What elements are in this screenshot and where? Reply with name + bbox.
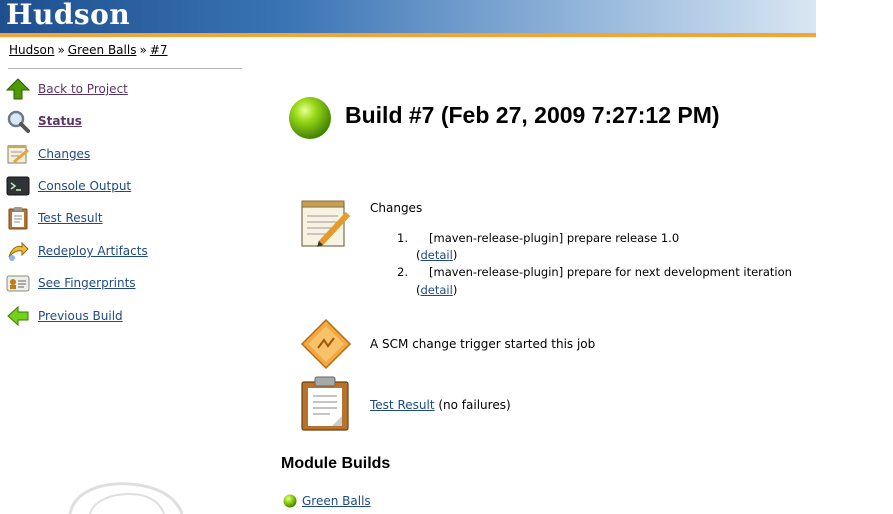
sidebar-item-status[interactable]: Status <box>6 108 246 134</box>
sidebar-item-label[interactable]: See Fingerprints <box>38 276 136 290</box>
test-result-summary: (no failures) <box>438 398 511 412</box>
build-status-ball-icon <box>289 97 331 139</box>
change-message: [maven-release-plugin] prepare for next … <box>429 265 792 279</box>
fingerprint-card-icon <box>6 275 30 292</box>
test-result-line: Test Result (no failures) <box>370 398 511 412</box>
change-message: [maven-release-plugin] prepare release 1… <box>429 231 680 245</box>
sidebar-item-console-output[interactable]: Console Output <box>6 173 246 199</box>
sidebar-item-previous-build[interactable]: Previous Build <box>6 303 246 329</box>
breadcrumb-build-7[interactable]: #7 <box>150 43 168 57</box>
up-arrow-icon <box>6 78 30 100</box>
change-detail: (detail) <box>416 248 458 262</box>
clipboard-icon <box>8 207 28 230</box>
breadcrumb-green-balls[interactable]: Green Balls <box>68 43 137 57</box>
build-cause-text: A SCM change trigger started this job <box>370 337 596 351</box>
detail-link[interactable]: detail <box>421 283 453 297</box>
test-result-link[interactable]: Test Result <box>370 398 435 412</box>
breadcrumb-separator: » <box>139 43 147 57</box>
sidebar-item-test-result[interactable]: Test Result <box>6 205 246 231</box>
terminal-icon <box>6 176 30 196</box>
detail-link[interactable]: detail <box>421 248 453 262</box>
sidebar-item-label[interactable]: Test Result <box>38 211 103 225</box>
module-builds-heading: Module Builds <box>281 455 391 472</box>
change-detail: (detail) <box>416 283 458 297</box>
page-header: Hudson <box>0 0 816 33</box>
status-ball-icon <box>283 494 297 508</box>
sidebar-item-changes[interactable]: Changes <box>6 141 246 167</box>
notepad-icon <box>301 200 351 247</box>
clipboard-icon <box>301 376 349 431</box>
redeploy-arrow-icon <box>8 241 29 261</box>
breadcrumb-separator: » <box>57 43 65 57</box>
scm-trigger-icon <box>300 318 352 370</box>
sidebar-item-label[interactable]: Console Output <box>38 179 131 193</box>
sidebar-item-see-fingerprints[interactable]: See Fingerprints <box>6 270 246 296</box>
breadcrumb-hudson[interactable]: Hudson <box>9 43 54 57</box>
sidebar-item-label[interactable]: Back to Project <box>38 82 128 96</box>
notepad-icon <box>7 145 29 164</box>
sidebar-item-redeploy-artifacts[interactable]: Redeploy Artifacts <box>6 238 246 264</box>
changes-label: Changes <box>370 201 423 215</box>
sidebar-item-back-to-project[interactable]: Back to Project <box>6 76 246 102</box>
change-number: 2. <box>397 265 408 279</box>
magnifier-icon <box>7 110 30 133</box>
hudson-logo[interactable]: Hudson <box>6 0 130 31</box>
module-build-link[interactable]: Green Balls <box>302 494 371 508</box>
sidebar-item-label[interactable]: Status <box>38 114 82 128</box>
module-build-item[interactable]: Green Balls <box>283 494 371 508</box>
header-stripe <box>0 33 816 37</box>
sidebar-item-label[interactable]: Previous Build <box>38 309 123 323</box>
sidebar-item-label[interactable]: Changes <box>38 147 90 161</box>
sidebar-item-label[interactable]: Redeploy Artifacts <box>38 244 148 258</box>
left-arrow-icon <box>7 305 29 327</box>
breadcrumb-divider <box>8 68 242 69</box>
change-number: 1. <box>397 231 408 245</box>
page-title: Build #7 (Feb 27, 2009 7:27:12 PM) <box>345 102 720 128</box>
butler-watermark-icon <box>68 482 184 514</box>
breadcrumb: Hudson» Green Balls» #7 <box>9 43 168 57</box>
